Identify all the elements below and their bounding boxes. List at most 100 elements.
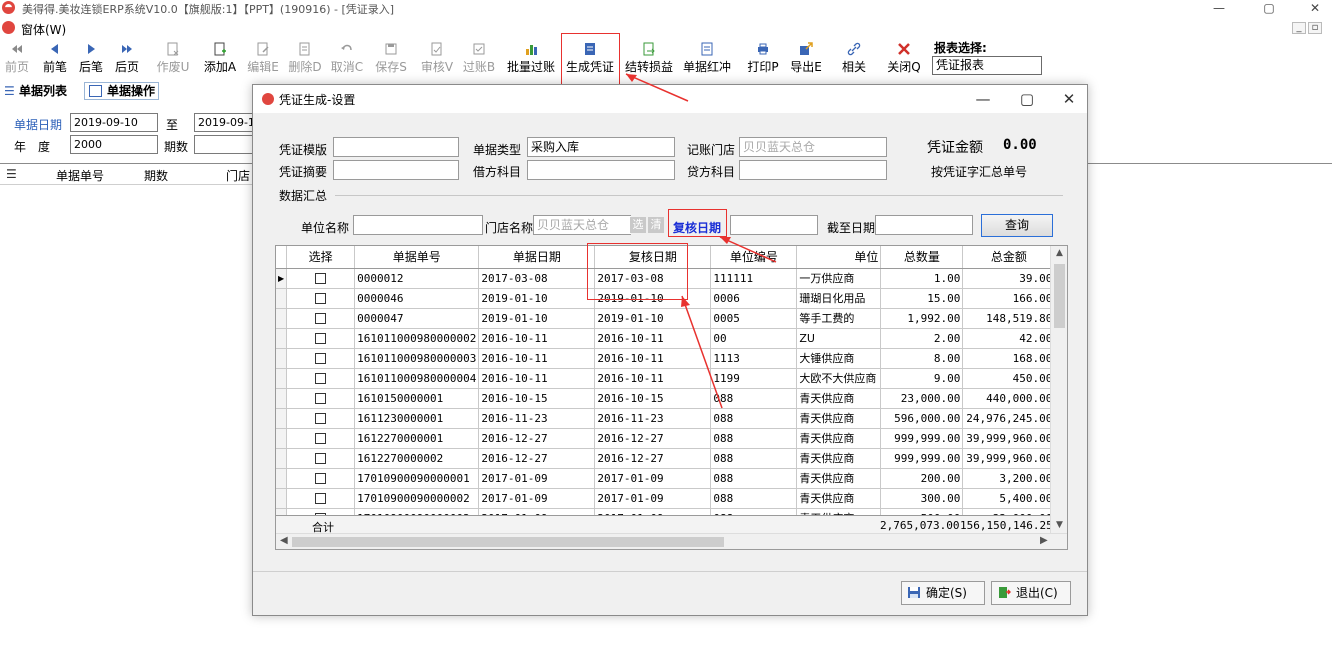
unit-name-input[interactable]	[353, 215, 483, 235]
row-select-checkbox[interactable]	[286, 348, 356, 369]
table-row[interactable]: 17010900090000002 2017-01-09 2017-01-09 088…	[276, 488, 1056, 509]
mdi-restore-button[interactable]: ▫	[1308, 22, 1322, 34]
checkbox[interactable]	[315, 353, 327, 364]
void-button[interactable]: 作废U	[156, 38, 190, 76]
row-select-checkbox[interactable]	[286, 268, 356, 289]
checkbox[interactable]	[315, 313, 327, 324]
last-page-button[interactable]: 后页	[114, 38, 140, 76]
checkbox[interactable]	[315, 293, 327, 304]
table-row[interactable]: 161011000980000003 2016-10-11 2016-10-11 11…	[276, 348, 1056, 369]
checkbox[interactable]	[315, 373, 327, 384]
menu-window[interactable]: 窗体(W)	[21, 21, 66, 38]
col-unit-code[interactable]: 单位编号	[710, 246, 798, 269]
table-row[interactable]: 17010900090000001 2017-01-09 2017-01-09 088…	[276, 468, 1056, 489]
checkbox[interactable]	[315, 493, 327, 504]
doc-type-input[interactable]: 采购入库	[527, 137, 675, 157]
checkbox[interactable]	[315, 393, 327, 404]
col-unit[interactable]: 单位	[796, 246, 882, 269]
col-doc-no[interactable]: 单据单号	[354, 246, 480, 269]
clear-store-button[interactable]: 清	[648, 217, 664, 233]
dialog-minimize-button[interactable]: —	[971, 89, 995, 109]
date-from-input[interactable]: 2019-09-10	[70, 113, 158, 132]
store-name-input[interactable]: 贝贝蓝天总仓	[533, 215, 631, 235]
horizontal-scrollbar[interactable]: ◀ ▶	[276, 533, 1067, 549]
date-to-input[interactable]: 2019-09-1	[194, 113, 260, 132]
row-select-checkbox[interactable]	[286, 388, 356, 409]
related-button[interactable]: 相关	[834, 38, 874, 76]
batch-post-button[interactable]: 批量过账	[506, 38, 556, 76]
delete-button[interactable]: 删除D	[288, 38, 322, 76]
template-input[interactable]	[333, 137, 459, 157]
prev-record-button[interactable]: 前笔	[42, 38, 68, 76]
scroll-left-icon[interactable]: ◀	[280, 535, 288, 546]
col-select[interactable]: 选择	[286, 246, 356, 269]
table-row[interactable]: 0000047 2019-01-10 2019-01-10 0005 等手工费的 1,99…	[276, 308, 1056, 329]
red-reverse-button[interactable]: 单据红冲	[682, 38, 732, 76]
row-select-checkbox[interactable]	[286, 288, 356, 309]
export-button[interactable]: 导出E	[788, 38, 824, 76]
row-select-checkbox[interactable]	[286, 328, 356, 349]
table-row[interactable]: 161011000980000004 2016-10-11 2016-10-11 11…	[276, 368, 1056, 389]
dialog-close-button[interactable]: ✕	[1057, 89, 1081, 109]
col-total-qty[interactable]: 总数量	[880, 246, 964, 269]
vertical-scroll-thumb[interactable]	[1054, 264, 1065, 328]
row-select-checkbox[interactable]	[286, 488, 356, 509]
table-row[interactable]: 1610150000001 2016-10-15 2016-10-15 088 青天供应…	[276, 388, 1056, 409]
debit-account-input[interactable]	[527, 160, 675, 180]
table-row[interactable]: 1612270000002 2016-12-27 2016-12-27 088 青天供应…	[276, 448, 1056, 469]
add-button[interactable]: 添加A	[202, 38, 238, 76]
row-select-checkbox[interactable]	[286, 408, 356, 429]
table-row[interactable]: 161011000980000002 2016-10-11 2016-10-11 00…	[276, 328, 1056, 349]
select-store-button[interactable]: 选	[630, 217, 646, 233]
checkbox[interactable]	[315, 333, 327, 344]
scroll-up-icon[interactable]: ▲	[1051, 248, 1067, 258]
checkbox[interactable]	[315, 273, 327, 284]
audit-button[interactable]: 审核V	[420, 38, 454, 76]
col-total-amount[interactable]: 总金额	[962, 246, 1056, 269]
table-row[interactable]: 1611230000001 2016-11-23 2016-11-23 088 青天供应…	[276, 408, 1056, 429]
checkbox[interactable]	[315, 433, 327, 444]
next-record-button[interactable]: 后笔	[78, 38, 104, 76]
close-window-button[interactable]: 关闭Q	[884, 38, 924, 76]
tab-doc-operate[interactable]: 单据操作	[84, 82, 160, 100]
row-select-checkbox[interactable]	[286, 468, 356, 489]
checkbox[interactable]	[315, 473, 327, 484]
print-button[interactable]: 打印P	[746, 38, 780, 76]
report-select[interactable]: 凭证报表	[932, 56, 1042, 75]
credit-account-input[interactable]	[739, 160, 887, 180]
edit-button[interactable]: 编辑E	[246, 38, 280, 76]
tab-doc-list[interactable]: ☰ 单据列表	[4, 82, 67, 99]
post-button[interactable]: 过账B	[462, 38, 496, 76]
checkbox[interactable]	[315, 413, 327, 424]
summary-input[interactable]	[333, 160, 459, 180]
store-input[interactable]: 贝贝蓝天总仓	[739, 137, 887, 157]
scroll-right-icon[interactable]: ▶	[1040, 535, 1048, 546]
table-row[interactable]: 1612270000001 2016-12-27 2016-12-27 088 青天供应…	[276, 428, 1056, 449]
checkbox[interactable]	[315, 453, 327, 464]
end-date-input[interactable]	[875, 215, 973, 235]
col-doc-date[interactable]: 单据日期	[478, 246, 596, 269]
exit-button[interactable]: 退出(C)	[991, 581, 1071, 605]
row-select-checkbox[interactable]	[286, 428, 356, 449]
carry-forward-button[interactable]: 结转损益	[624, 38, 674, 76]
maximize-button[interactable]: ▢	[1246, 0, 1292, 18]
row-select-checkbox[interactable]	[286, 308, 356, 329]
save-button[interactable]: 保存S	[374, 38, 408, 76]
period-input[interactable]	[194, 135, 260, 154]
year-input[interactable]: 2000	[70, 135, 158, 154]
cancel-button[interactable]: 取消C	[330, 38, 364, 76]
close-button[interactable]: ✕	[1292, 0, 1332, 18]
row-select-checkbox[interactable]	[286, 448, 356, 469]
minimize-button[interactable]: —	[1196, 0, 1242, 18]
mdi-minimize-button[interactable]: _	[1292, 22, 1306, 34]
first-page-button[interactable]: 前页	[4, 38, 30, 76]
review-date-input[interactable]	[730, 215, 818, 235]
scroll-down-icon[interactable]: ▼	[1051, 520, 1067, 530]
query-button[interactable]: 查询	[981, 214, 1053, 237]
confirm-button[interactable]: 确定(S)	[901, 581, 985, 605]
vertical-scrollbar[interactable]: ▲ ▼	[1050, 246, 1067, 535]
horizontal-scroll-thumb[interactable]	[292, 537, 724, 547]
cell-unit: 青天供应商	[796, 408, 882, 429]
dialog-maximize-button[interactable]: ▢	[1015, 89, 1039, 109]
row-select-checkbox[interactable]	[286, 368, 356, 389]
